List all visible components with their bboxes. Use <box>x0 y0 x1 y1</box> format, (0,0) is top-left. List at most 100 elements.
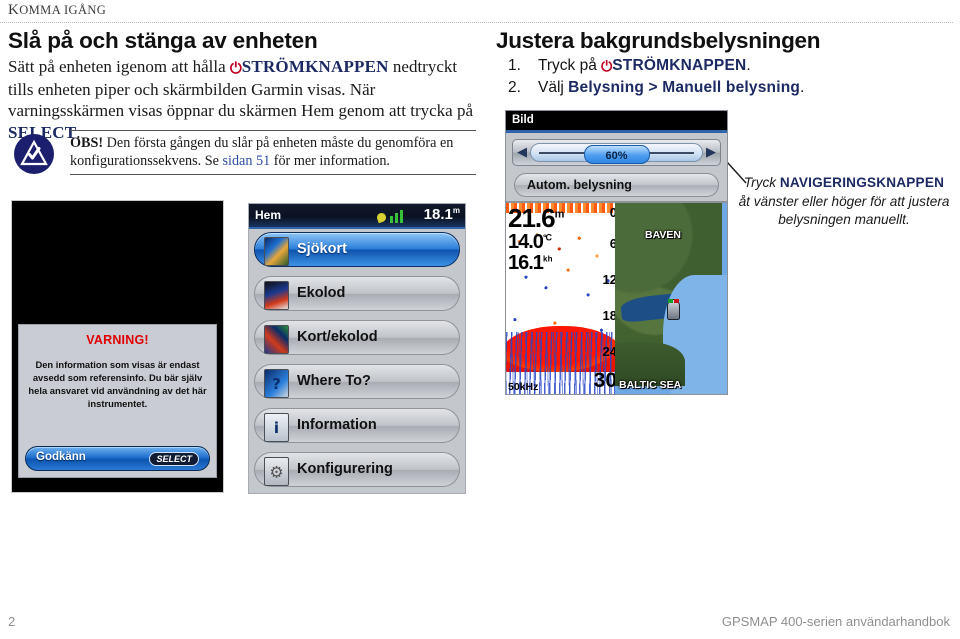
home-menu-label: Where To? <box>297 373 371 389</box>
depth-tick: 6 <box>609 236 617 251</box>
home-menu-item-konfigurering[interactable]: ⚙ Konfigurering <box>254 452 460 487</box>
gps-warning-screenshot: VARNING! Den information som visas är en… <box>11 200 224 493</box>
home-menu-label: Information <box>297 417 377 433</box>
chart-pane: BAVEN BALTIC SEA <box>615 203 727 394</box>
gps-backlight-dialog: Bild ◀ 60% ▶ Autom. belysning <box>505 110 728 202</box>
power-icon: ⏻ <box>229 59 242 77</box>
step-2-menu-path: Belysning > Manuell belysning <box>568 79 801 96</box>
boat-marker-icon <box>667 299 680 320</box>
bild-title-bar: Bild <box>506 111 727 133</box>
caption-key: NAVIGERINGSKNAPPEN <box>779 175 945 190</box>
info-glyph: i <box>273 418 280 437</box>
step-1-pre: Tryck på <box>538 57 602 74</box>
signal-bar <box>390 216 393 223</box>
note-cross-reference[interactable]: sidan 51 <box>223 153 271 169</box>
step-1: 1. Tryck på ⏻STRÖMKNAPPEN. <box>496 55 952 77</box>
satellite-dish-shape <box>375 211 388 224</box>
warning-panel: VARNING! Den information som visas är en… <box>18 324 217 478</box>
sonar-speed-readout: 16.1k h <box>508 253 563 273</box>
sonar-speed-unit: k h <box>542 254 553 264</box>
chevron-right-icon[interactable]: ▶ <box>704 143 718 162</box>
note-body: OBS! Den första gången du slår på enhete… <box>70 130 476 175</box>
gear-glyph: ⚙ <box>269 462 284 481</box>
home-menu-item-ekolod[interactable]: Ekolod <box>254 276 460 311</box>
step-2-number: 2. <box>508 79 521 96</box>
magnifier-icon: ? <box>264 369 289 398</box>
sonar-pane: 21.6m 14.0°C 16.1k h 50kHz <box>506 203 617 394</box>
running-header-cap: K <box>8 2 20 18</box>
sonar-icon <box>264 281 289 310</box>
chevron-left-icon[interactable]: ◀ <box>515 143 529 162</box>
depth-tick: 30 <box>593 369 617 392</box>
home-menu-item-where-to[interactable]: ? Where To? <box>254 364 460 399</box>
backlight-caption: Tryck NAVIGERINGSKNAPPEN åt vänster elle… <box>738 174 950 230</box>
warning-accept-button[interactable]: Godkänn SELECT <box>25 446 210 471</box>
signal-bar <box>395 213 398 223</box>
sonar-depth-unit: m <box>554 208 565 221</box>
satellite-signal-icon <box>375 209 403 224</box>
running-header-rest: OMMA IGÅNG <box>19 3 107 17</box>
slider-knob[interactable]: 60% <box>583 145 650 164</box>
chart-label-lake: BAVEN <box>645 229 681 241</box>
bild-title-label: Bild <box>512 114 534 126</box>
manual-page: KOMMA IGÅNG Slå på och stänga av enheten… <box>0 0 960 639</box>
info-icon: i <box>264 413 289 442</box>
home-menu-item-information[interactable]: i Information <box>254 408 460 443</box>
sonar-temp-unit: °C <box>542 232 552 243</box>
home-depth-unit: m <box>452 206 460 215</box>
footer-page-number: 2 <box>8 614 16 629</box>
warning-accept-label: Godkänn <box>36 451 86 463</box>
gear-icon: ⚙ <box>264 457 289 486</box>
step-2-pre: Välj <box>538 79 569 96</box>
depth-tick: 18 <box>602 308 617 323</box>
left-column: Slå på och stänga av enheten Sätt på enh… <box>8 28 478 143</box>
home-depth-value: 18.1 <box>423 206 453 223</box>
footer-manual-title: GPSMAP 400-serien användarhandbok <box>721 614 950 629</box>
home-menu-label: Konfigurering <box>297 461 393 477</box>
note-label: OBS! <box>70 135 104 151</box>
sonar-depth-value: 21.6 <box>508 203 556 233</box>
depth-tick: 24 <box>602 344 617 359</box>
sonar-temp-readout: 14.0°C <box>508 232 563 252</box>
home-menu-list: Sjökort Ekolod Kort/ekolod ? Where To? i… <box>254 232 460 496</box>
step-1-key: STRÖMKNAPPEN <box>612 57 747 74</box>
step-2: 2. Välj Belysning > Manuell belysning. <box>496 77 952 99</box>
header-divider <box>0 22 953 23</box>
depth-tick: 12 <box>602 272 617 287</box>
home-menu-item-sjokort[interactable]: Sjökort <box>254 232 460 267</box>
caption-post: åt vänster eller höger för att justera b… <box>738 193 950 228</box>
caption-pre: Tryck <box>743 175 780 190</box>
backlight-steps: 1. Tryck på ⏻STRÖMKNAPPEN. 2. Välj Belysni… <box>496 55 952 99</box>
home-title-bar: Hem 18.1m <box>249 204 465 229</box>
slider-track[interactable]: 60% <box>530 143 703 164</box>
chart-icon <box>264 237 289 266</box>
warning-text: Den information som visas är endast avse… <box>28 359 207 409</box>
gps-home-screenshot: Hem 18.1m Sjökort Ekolod Kort/ekolod ? W… <box>248 203 466 494</box>
signal-bar <box>400 210 403 223</box>
home-menu-item-kort-ekolod[interactable]: Kort/ekolod <box>254 320 460 355</box>
auto-backlight-label: Autom. belysning <box>527 178 632 192</box>
chart-sonar-icon <box>264 325 289 354</box>
slider-value-label: 60% <box>605 150 628 162</box>
section-title-backlight: Justera bakgrundsbelysningen <box>496 28 821 53</box>
section-title-power: Slå på och stänga av enheten <box>8 28 318 53</box>
note-text-part2: för mer information. <box>270 152 390 169</box>
chart-label-sea: BALTIC SEA <box>619 379 682 391</box>
home-menu-label: Ekolod <box>297 285 346 301</box>
sonar-frequency-label: 50kHz <box>508 381 539 393</box>
brightness-slider[interactable]: ◀ 60% ▶ <box>512 139 721 166</box>
sonar-readouts: 21.6m 14.0°C 16.1k h <box>508 203 565 273</box>
auto-backlight-button[interactable]: Autom. belysning <box>514 173 719 197</box>
step-1-number: 1. <box>508 57 521 74</box>
step-1-post: . <box>746 57 751 74</box>
power-icon: ⏻ <box>601 59 613 75</box>
home-depth-readout: 18.1m <box>424 206 460 223</box>
depth-tick: 0 <box>609 205 617 220</box>
note-text: OBS! Den första gången du slår på enhete… <box>70 135 476 170</box>
home-menu-label: Sjökort <box>297 241 347 257</box>
power-key-label: STRÖMKNAPPEN <box>241 57 389 76</box>
step-2-post: . <box>800 79 805 96</box>
right-column: Justera bakgrundsbelysningen 1. Tryck på … <box>496 28 952 99</box>
running-header: KOMMA IGÅNG <box>8 2 106 19</box>
magnifier-glyph: ? <box>272 374 281 393</box>
